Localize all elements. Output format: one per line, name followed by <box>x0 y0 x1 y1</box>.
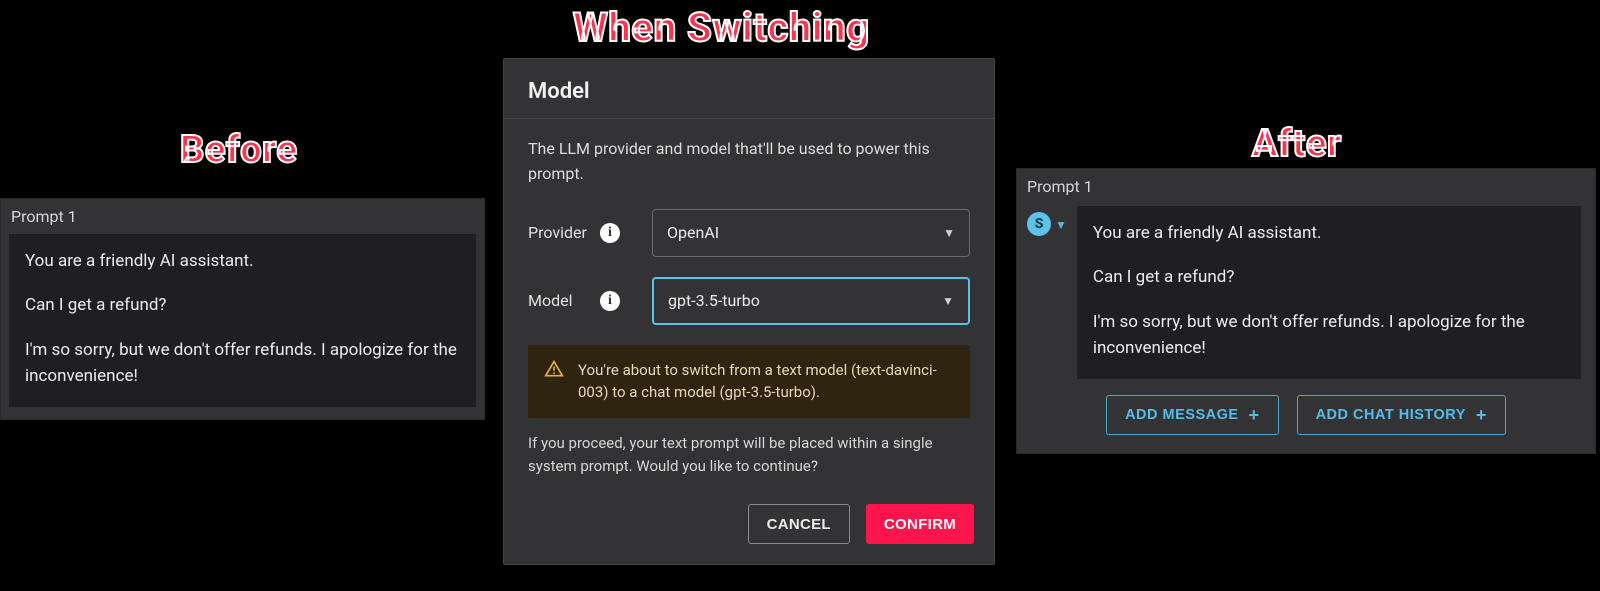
after-text-box[interactable]: You are a friendly AI assistant. Can I g… <box>1077 206 1581 379</box>
plus-icon: + <box>1476 406 1487 424</box>
provider-row: Provider i OpenAI ▼ <box>528 209 970 257</box>
dialog-title: Model <box>504 59 994 119</box>
after-line: Can I get a refund? <box>1093 264 1565 290</box>
annotation-during: When Switching <box>573 4 870 51</box>
cancel-button[interactable]: CANCEL <box>748 504 850 544</box>
provider-select[interactable]: OpenAI ▼ <box>652 209 970 257</box>
after-panel: Prompt 1 S ▼ You are a friendly AI assis… <box>1016 168 1596 454</box>
after-panel-title: Prompt 1 <box>1017 169 1595 200</box>
add-message-label: ADD MESSAGE <box>1125 407 1238 423</box>
before-panel: Prompt 1 You are a friendly AI assistant… <box>0 198 485 420</box>
proceed-text: If you proceed, your text prompt will be… <box>528 432 970 479</box>
add-chat-history-label: ADD CHAT HISTORY <box>1316 407 1466 423</box>
annotation-after: After <box>1252 122 1342 166</box>
provider-label: Provider <box>528 223 587 242</box>
before-line: I'm so sorry, but we don't offer refunds… <box>25 337 460 390</box>
role-selector[interactable]: S ▼ <box>1027 206 1067 379</box>
before-line: Can I get a refund? <box>25 292 460 318</box>
info-icon[interactable]: i <box>600 223 620 243</box>
after-line: I'm so sorry, but we don't offer refunds… <box>1093 309 1565 362</box>
dialog-actions: CANCEL CONFIRM <box>504 494 994 564</box>
model-value: gpt-3.5-turbo <box>668 291 760 310</box>
add-message-button[interactable]: ADD MESSAGE + <box>1106 395 1278 435</box>
model-row: Model i gpt-3.5-turbo ▼ <box>528 277 970 325</box>
dialog-description: The LLM provider and model that'll be us… <box>528 137 970 187</box>
chevron-down-icon: ▼ <box>942 294 954 308</box>
model-label: Model <box>528 291 573 310</box>
warning-icon <box>544 359 564 404</box>
model-select[interactable]: gpt-3.5-turbo ▼ <box>652 277 970 325</box>
chevron-down-icon: ▼ <box>1055 218 1067 232</box>
model-dialog: Model The LLM provider and model that'll… <box>503 58 995 565</box>
add-chat-history-button[interactable]: ADD CHAT HISTORY + <box>1297 395 1506 435</box>
warning-text: You're about to switch from a text model… <box>578 359 954 404</box>
plus-icon: + <box>1249 406 1260 424</box>
after-line: You are a friendly AI assistant. <box>1093 220 1565 246</box>
provider-value: OpenAI <box>667 223 719 242</box>
before-panel-title: Prompt 1 <box>1 199 484 230</box>
info-icon[interactable]: i <box>600 291 620 311</box>
before-line: You are a friendly AI assistant. <box>25 248 460 274</box>
warning-box: You're about to switch from a text model… <box>528 345 970 418</box>
confirm-button[interactable]: CONFIRM <box>866 504 974 544</box>
chevron-down-icon: ▼ <box>943 226 955 240</box>
before-text-box[interactable]: You are a friendly AI assistant. Can I g… <box>9 234 476 407</box>
system-role-badge: S <box>1027 212 1051 236</box>
annotation-before: Before <box>180 128 298 172</box>
